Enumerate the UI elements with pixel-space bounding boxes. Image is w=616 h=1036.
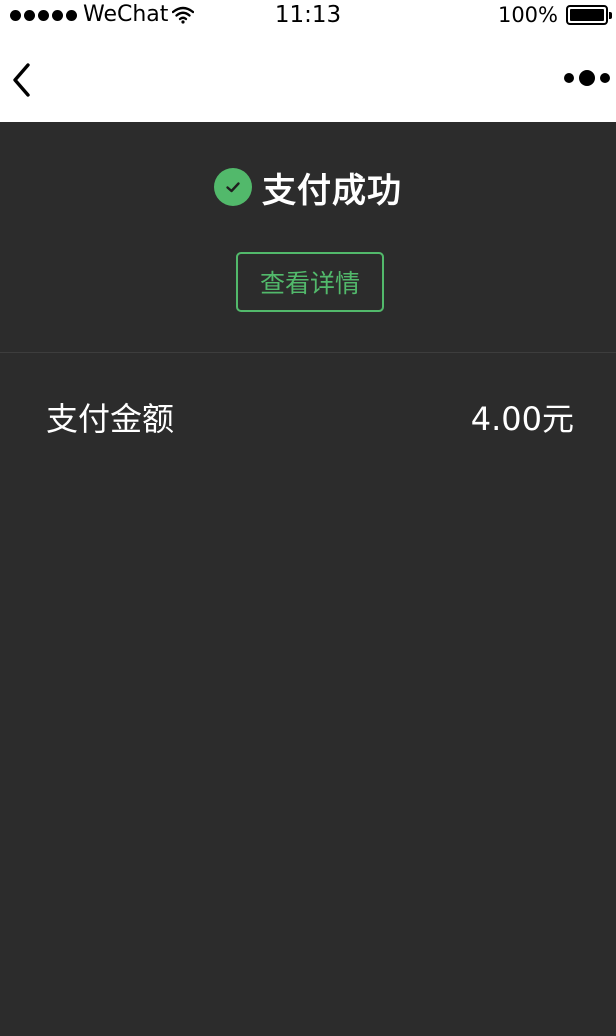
result-header: 支付成功 查看详情 (0, 122, 616, 353)
payment-amount-row: 支付金额 4.00元 (46, 392, 574, 442)
battery-percentage: 100% (497, 3, 558, 27)
payment-amount-value: 4.00元 (470, 400, 574, 438)
payment-amount-label: 支付金额 (46, 400, 175, 438)
status-bar: WeChat 11:13 100% (0, 0, 616, 30)
success-row: 支付成功 (0, 164, 616, 211)
more-dots-icon (564, 73, 574, 83)
payment-success-title: 支付成功 (262, 170, 402, 211)
battery-icon (566, 5, 612, 25)
check-circle-icon (214, 168, 252, 206)
back-button[interactable] (6, 60, 40, 100)
view-details-button[interactable]: 查看详情 (236, 252, 384, 312)
status-right: 100% (497, 0, 612, 30)
payment-result-page: 支付成功 查看详情 支付金额 4.00元 (0, 122, 616, 1036)
navigation-bar (0, 30, 616, 122)
more-button[interactable] (564, 66, 610, 90)
chevron-left-icon (13, 63, 30, 97)
